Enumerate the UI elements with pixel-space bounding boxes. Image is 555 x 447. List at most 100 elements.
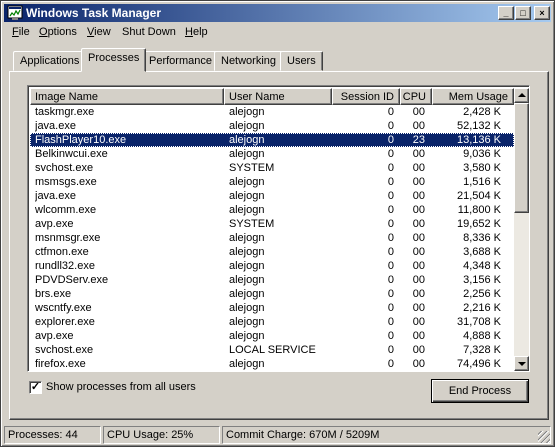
cell-session-id: 0	[387, 358, 394, 370]
cell-cpu: 00	[412, 246, 425, 258]
cell-mem-usage: 7,328 K	[463, 344, 501, 356]
end-process-button[interactable]: End Process	[431, 379, 529, 403]
cell-image-name: msnmsgr.exe	[35, 232, 101, 244]
cell-user-name: LOCAL SERVICE	[229, 344, 316, 356]
table-row[interactable]: svchost.exe SYSTEM 0 00 3,580 K	[30, 161, 514, 175]
table-row[interactable]: java.exe alejogn 0 00 21,504 K	[30, 189, 514, 203]
cell-image-name: svchost.exe	[35, 344, 94, 356]
column-session-id[interactable]: Session ID	[332, 88, 400, 105]
process-list-header: Image Name User Name Session ID CPU Mem …	[30, 88, 514, 105]
cell-user-name: alejogn	[229, 106, 265, 118]
cell-session-id: 0	[387, 330, 394, 342]
task-manager-icon	[7, 5, 23, 20]
column-cpu[interactable]: CPU	[400, 88, 432, 105]
scroll-up-button[interactable]	[514, 88, 529, 103]
menu-options[interactable]: Options	[39, 26, 77, 38]
cell-image-name: msmsgs.exe	[35, 176, 97, 188]
table-row[interactable]: firefox.exe alejogn 0 00 74,496 K	[30, 357, 514, 371]
tab-processes[interactable]: Processes	[81, 48, 147, 72]
cell-mem-usage: 4,888 K	[463, 330, 501, 342]
cell-mem-usage: 3,688 K	[463, 246, 501, 258]
cell-user-name: alejogn	[229, 120, 265, 132]
cell-user-name: alejogn	[229, 190, 265, 202]
process-rows: taskmgr.exe alejogn 0 00 2,428 Kjava.exe alej…	[30, 105, 514, 371]
cell-user-name: alejogn	[229, 288, 265, 300]
table-row[interactable]: FlashPlayer10.exe alejogn 0 23 13,136 K	[30, 133, 514, 147]
menu-shut-down[interactable]: Shut Down	[122, 26, 176, 38]
menu-bar: File Options View Shut Down Help	[4, 23, 551, 42]
cell-session-id: 0	[387, 106, 394, 118]
cell-mem-usage: 74,496 K	[456, 358, 501, 370]
menu-view[interactable]: View	[87, 26, 111, 38]
table-row[interactable]: brs.exe alejogn 0 00 2,256 K	[30, 287, 514, 301]
table-row[interactable]: avp.exe alejogn 0 00 4,888 K	[30, 329, 514, 343]
table-row[interactable]: wscntfy.exe alejogn 0 00 2,216 K	[30, 301, 514, 315]
cell-cpu: 00	[412, 330, 425, 342]
column-image-name[interactable]: Image Name	[30, 88, 224, 105]
cell-user-name: alejogn	[229, 148, 265, 160]
column-user-name[interactable]: User Name	[224, 88, 332, 105]
tab-networking[interactable]: Networking	[214, 51, 284, 71]
process-list[interactable]: Image Name User Name Session ID CPU Mem …	[27, 85, 530, 372]
cell-session-id: 0	[387, 162, 394, 174]
status-commit-charge: Commit Charge: 670M / 5209M	[222, 426, 551, 444]
cell-session-id: 0	[387, 176, 394, 188]
tab-applications[interactable]: Applications	[13, 51, 87, 71]
cell-cpu: 00	[412, 288, 425, 300]
cell-session-id: 0	[387, 232, 394, 244]
title-bar[interactable]: Windows Task Manager _ □ ×	[4, 4, 551, 22]
column-mem-usage[interactable]: Mem Usage	[432, 88, 514, 105]
vertical-scrollbar[interactable]	[514, 88, 529, 371]
cell-image-name: wlcomm.exe	[35, 204, 97, 216]
cell-mem-usage: 52,132 K	[456, 120, 501, 132]
scroll-down-button[interactable]	[514, 356, 529, 371]
cell-image-name: wscntfy.exe	[35, 302, 92, 314]
table-row[interactable]: msmsgs.exe alejogn 0 00 1,516 K	[30, 175, 514, 189]
cell-mem-usage: 2,256 K	[463, 288, 501, 300]
cell-image-name: Belkinwcui.exe	[35, 148, 108, 160]
cell-session-id: 0	[387, 344, 394, 356]
cell-image-name: brs.exe	[35, 288, 72, 300]
cell-cpu: 00	[412, 162, 425, 174]
cell-user-name: alejogn	[229, 316, 265, 328]
cell-image-name: explorer.exe	[35, 316, 95, 328]
menu-help[interactable]: Help	[185, 26, 208, 38]
table-row[interactable]: explorer.exe alejogn 0 00 31,708 K	[30, 315, 514, 329]
cell-user-name: alejogn	[229, 176, 265, 188]
close-button[interactable]: ×	[534, 6, 550, 20]
cell-session-id: 0	[387, 302, 394, 314]
table-row[interactable]: taskmgr.exe alejogn 0 00 2,428 K	[30, 105, 514, 119]
show-all-users-checkbox[interactable]: ✓	[29, 381, 42, 394]
cell-user-name: alejogn	[229, 302, 265, 314]
table-row[interactable]: PDVDServ.exe alejogn 0 00 3,156 K	[30, 273, 514, 287]
cell-session-id: 0	[387, 288, 394, 300]
cell-session-id: 0	[387, 134, 394, 146]
resize-grip-icon[interactable]	[538, 431, 550, 443]
table-row[interactable]: msnmsgr.exe alejogn 0 00 8,336 K	[30, 231, 514, 245]
cell-cpu: 00	[412, 274, 425, 286]
cell-user-name: alejogn	[229, 232, 265, 244]
cell-image-name: FlashPlayer10.exe	[35, 134, 127, 146]
tab-performance[interactable]: Performance	[142, 51, 219, 71]
cell-user-name: alejogn	[229, 246, 265, 258]
cell-cpu: 23	[412, 134, 425, 146]
tab-users[interactable]: Users	[280, 51, 323, 71]
cell-image-name: taskmgr.exe	[35, 106, 95, 118]
maximize-button[interactable]: □	[515, 6, 531, 20]
cell-cpu: 00	[412, 232, 425, 244]
status-bar: Processes: 44 CPU Usage: 25% Commit Char…	[4, 426, 551, 444]
menu-file[interactable]: File	[12, 26, 30, 38]
table-row[interactable]: svchost.exe LOCAL SERVICE 0 00 7,328 K	[30, 343, 514, 357]
cell-image-name: rundll32.exe	[35, 260, 95, 272]
scroll-thumb[interactable]	[514, 103, 529, 213]
table-row[interactable]: java.exe alejogn 0 00 52,132 K	[30, 119, 514, 133]
table-row[interactable]: avp.exe SYSTEM 0 00 19,652 K	[30, 217, 514, 231]
minimize-button[interactable]: _	[498, 6, 514, 20]
table-row[interactable]: Belkinwcui.exe alejogn 0 00 9,036 K	[30, 147, 514, 161]
table-row[interactable]: wlcomm.exe alejogn 0 00 11,800 K	[30, 203, 514, 217]
table-row[interactable]: rundll32.exe alejogn 0 00 4,348 K	[30, 259, 514, 273]
table-row[interactable]: ctfmon.exe alejogn 0 00 3,688 K	[30, 245, 514, 259]
cell-user-name: alejogn	[229, 274, 265, 286]
cell-cpu: 00	[412, 176, 425, 188]
cell-image-name: avp.exe	[35, 330, 74, 342]
